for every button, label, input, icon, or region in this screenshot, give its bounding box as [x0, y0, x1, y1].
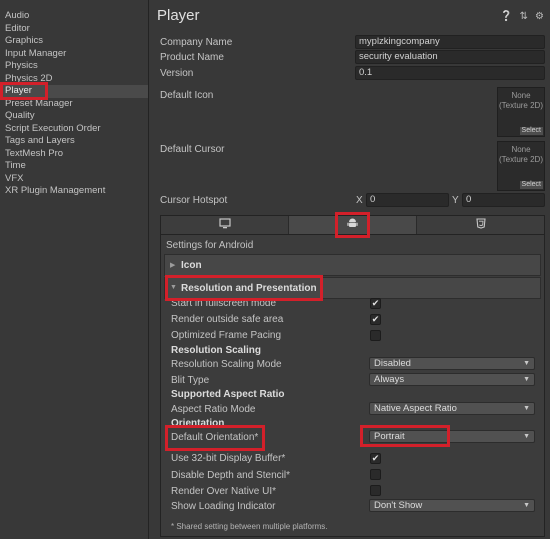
default-cursor-slot[interactable]: None (Texture 2D) Select [497, 141, 545, 191]
preset-icon[interactable]: ⇅ [520, 11, 528, 23]
chevron-down-icon: ▼ [523, 502, 530, 509]
chevron-down-icon: ▼ [523, 360, 530, 367]
company-name-field[interactable]: myplzkingcompany [355, 35, 545, 49]
product-name-label: Product Name [160, 52, 224, 63]
blit-type-label: Blit Type [171, 375, 210, 386]
default-cursor-select-button[interactable]: Select [519, 181, 543, 189]
safe-area-label: Render outside safe area [171, 314, 284, 325]
sidebar-item-audio[interactable]: Audio [0, 10, 148, 23]
default-cursor-none: None (Texture 2D) [498, 145, 543, 164]
aspect-mode-dropdown[interactable]: Native Aspect Ratio ▼ [369, 402, 535, 415]
loading-indicator-label: Show Loading Indicator [171, 501, 276, 512]
settings-for-android-title: Settings for Android [166, 240, 254, 251]
version-field[interactable]: 0.1 [355, 66, 545, 80]
player-settings-panel: Player ❔ ⇅ ⚙ Company Name myplzkingcompa… [150, 0, 550, 539]
sidebar-item-xr-plugin-management[interactable]: XR Plugin Management [0, 185, 148, 198]
aspect-ratio-header: Supported Aspect Ratio [171, 389, 285, 400]
sidebar-item-tags-and-layers[interactable]: Tags and Layers [0, 135, 148, 148]
sidebar-item-input-manager[interactable]: Input Manager [0, 48, 148, 61]
sidebar-item-preset-manager[interactable]: Preset Manager [0, 98, 148, 111]
default-cursor-label: Default Cursor [160, 144, 225, 155]
sidebar-item-player[interactable]: Player [0, 85, 148, 98]
collapsed-arrow-icon: ▶ [170, 262, 176, 269]
loading-indicator-dropdown[interactable]: Don't Show ▼ [369, 499, 535, 512]
icon-foldout-label: Icon [181, 260, 202, 271]
display-buffer-checkbox[interactable]: ✔ [370, 453, 381, 464]
native-ui-label: Render Over Native UI* [171, 486, 277, 497]
sidebar-item-editor[interactable]: Editor [0, 23, 148, 36]
page-title: Player [157, 7, 200, 24]
settings-gear-icon[interactable]: ⚙ [535, 11, 544, 23]
help-icon[interactable]: ❔ [500, 11, 512, 23]
header-icons: ❔ ⇅ ⚙ [500, 11, 544, 23]
chevron-down-icon: ▼ [523, 376, 530, 383]
orientation-header: Orientation [171, 418, 225, 429]
blit-type-dropdown[interactable]: Always ▼ [369, 373, 535, 386]
sidebar-item-time[interactable]: Time [0, 160, 148, 173]
cursor-hotspot-label: Cursor Hotspot [160, 195, 228, 206]
expanded-arrow-icon: ▼ [170, 284, 177, 291]
shared-setting-footnote: * Shared setting between multiple platfo… [171, 522, 328, 531]
sidebar-item-script-execution-order[interactable]: Script Execution Order [0, 123, 148, 136]
hotspot-y-label: Y [452, 195, 459, 206]
depth-stencil-checkbox[interactable] [370, 469, 381, 480]
desktop-monitor-icon [218, 218, 231, 232]
chevron-down-icon: ▼ [523, 433, 530, 440]
sidebar-item-graphics[interactable]: Graphics [0, 35, 148, 48]
hotspot-x-label: X [356, 195, 363, 206]
icon-foldout[interactable]: ▶ Icon [164, 254, 541, 276]
webgl-html5-icon [475, 218, 486, 232]
default-orientation-label: Default Orientation* [171, 432, 259, 443]
safe-area-checkbox[interactable]: ✔ [370, 314, 381, 325]
android-icon [347, 218, 358, 232]
display-buffer-label: Use 32-bit Display Buffer* [171, 453, 286, 464]
product-name-field[interactable]: security evaluation [355, 50, 545, 64]
fullscreen-checkbox[interactable]: ✔ [370, 298, 381, 309]
frame-pacing-checkbox[interactable] [370, 330, 381, 341]
aspect-mode-label: Aspect Ratio Mode [171, 404, 256, 415]
project-settings-sidebar: Audio Editor Graphics Input Manager Phys… [0, 0, 149, 539]
tab-webgl[interactable] [417, 216, 544, 234]
platform-tabs [160, 215, 545, 235]
sidebar-item-physics-2d[interactable]: Physics 2D [0, 73, 148, 86]
scaling-mode-dropdown[interactable]: Disabled ▼ [369, 357, 535, 370]
resolution-scaling-header: Resolution Scaling [171, 345, 262, 356]
scaling-mode-label: Resolution Scaling Mode [171, 359, 282, 370]
native-ui-checkbox[interactable] [370, 485, 381, 496]
tab-standalone[interactable] [161, 216, 289, 234]
hotspot-x-field[interactable]: 0 [366, 193, 449, 207]
default-icon-none: None (Texture 2D) [498, 91, 543, 110]
sidebar-item-vfx[interactable]: VFX [0, 173, 148, 186]
frame-pacing-label: Optimized Frame Pacing [171, 330, 282, 341]
fullscreen-label: Start in fullscreen mode [171, 298, 277, 309]
version-label: Version [160, 68, 194, 79]
tab-android[interactable] [289, 216, 417, 234]
sidebar-item-physics[interactable]: Physics [0, 60, 148, 73]
sidebar-item-textmesh-pro[interactable]: TextMesh Pro [0, 148, 148, 161]
default-icon-select-button[interactable]: Select [519, 127, 543, 135]
android-settings-panel: Settings for Android ▶ Icon ▼ Resolution… [160, 235, 545, 537]
resolution-foldout-label: Resolution and Presentation [181, 283, 317, 294]
sidebar-item-quality[interactable]: Quality [0, 110, 148, 123]
hotspot-y-field[interactable]: 0 [462, 193, 545, 207]
chevron-down-icon: ▼ [523, 405, 530, 412]
default-icon-label: Default Icon [160, 90, 214, 101]
default-icon-slot[interactable]: None (Texture 2D) Select [497, 87, 545, 137]
depth-stencil-label: Disable Depth and Stencil* [171, 470, 290, 481]
resolution-foldout[interactable]: ▼ Resolution and Presentation [164, 277, 541, 299]
company-name-label: Company Name [160, 37, 233, 48]
default-orientation-dropdown[interactable]: Portrait ▼ [369, 430, 535, 443]
